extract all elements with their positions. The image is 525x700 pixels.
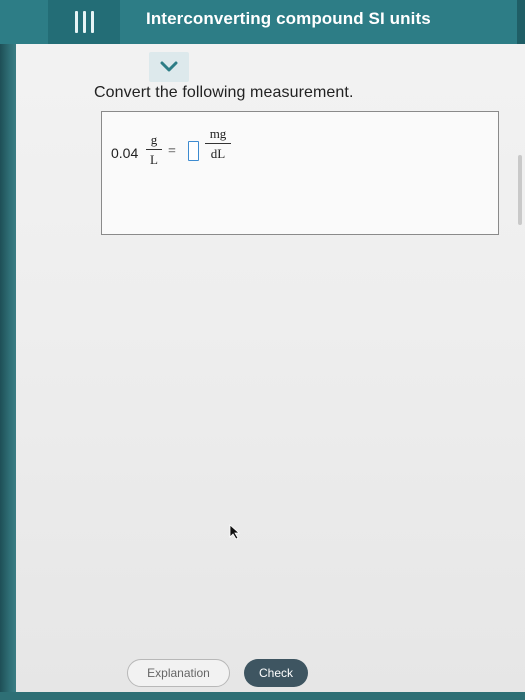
mouse-cursor-icon xyxy=(229,524,241,540)
answer-area: 0.04 g L = mg dL xyxy=(101,111,499,235)
given-value: 0.04 xyxy=(111,145,139,161)
given-unit-fraction: g L xyxy=(146,132,162,167)
scrollbar[interactable] xyxy=(518,155,522,225)
hamburger-icon xyxy=(74,11,94,33)
question-prompt: Convert the following measurement. xyxy=(94,84,354,101)
header-edge xyxy=(517,0,525,44)
equals-sign: = xyxy=(168,144,176,159)
given-unit-denominator: L xyxy=(150,152,158,167)
target-unit-denominator: dL xyxy=(210,146,226,161)
bottom-bar xyxy=(0,692,525,700)
menu-button[interactable] xyxy=(48,0,120,44)
answer-input[interactable] xyxy=(188,141,199,161)
check-button[interactable]: Check xyxy=(244,659,308,687)
left-edge-strip xyxy=(0,0,16,700)
collapse-toggle-button[interactable] xyxy=(149,52,189,82)
given-unit-numerator: g xyxy=(150,132,158,147)
explanation-button[interactable]: Explanation xyxy=(127,659,230,687)
chevron-down-icon xyxy=(160,61,178,72)
target-unit-numerator: mg xyxy=(209,126,227,141)
target-unit-fraction: mg dL xyxy=(205,126,231,161)
conversion-equation: 0.04 g L = mg dL xyxy=(102,112,498,192)
page-title: Interconverting compound SI units xyxy=(146,9,431,28)
header-bar: Interconverting compound SI units xyxy=(0,0,525,44)
page: Interconverting compound SI units Conver… xyxy=(0,0,525,700)
